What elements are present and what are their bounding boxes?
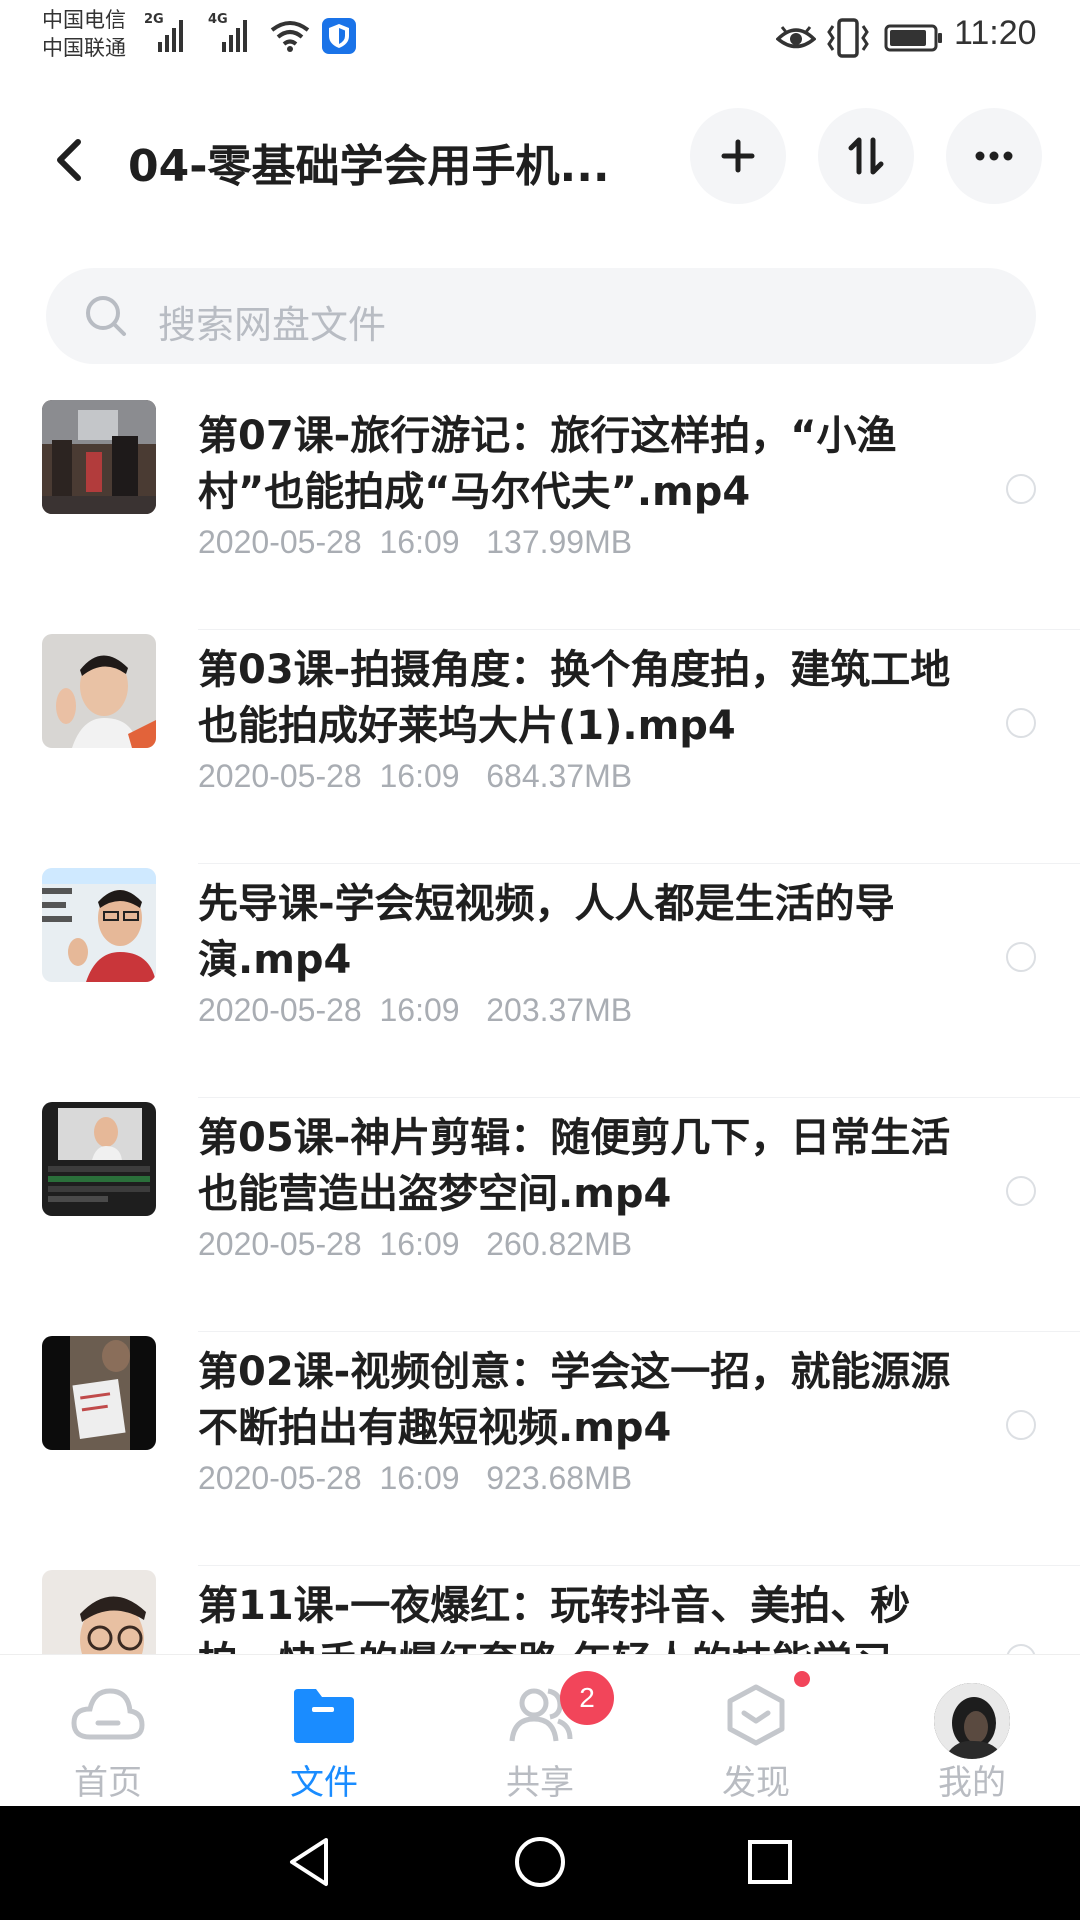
sort-button[interactable] <box>818 108 914 204</box>
more-button[interactable] <box>946 108 1042 204</box>
file-meta: 2020-05-28 16:09 260.82MB <box>198 1226 633 1262</box>
carrier-1: 中国电信 <box>42 8 126 32</box>
more-icon <box>975 151 1013 161</box>
file-name: 第05课-神片剪辑：随便剪几下，日常生活也能营造出盗梦空间.mp4 <box>198 1115 951 1217</box>
select-radio[interactable] <box>1006 1410 1036 1440</box>
file-meta: 2020-05-28 16:09 203.37MB <box>198 992 633 1028</box>
notification-dot <box>794 1671 810 1687</box>
vibrate-icon <box>827 18 869 58</box>
tab-share[interactable]: 2 共享 <box>432 1655 648 1807</box>
header: 04-零基础学会用手机... <box>0 90 1080 220</box>
tab-label: 我的 <box>938 1763 1006 1803</box>
file-meta: 2020-05-28 16:09 137.99MB <box>198 524 633 560</box>
file-list: 第07课-旅行游记：旅行这样拍，“小渔村”也能拍成“马尔代夫”.mp4 2020… <box>0 396 1080 1654</box>
page-title: 04-零基础学会用手机... <box>128 141 610 192</box>
file-row[interactable]: 第05课-神片剪辑：随便剪几下，日常生活也能营造出盗梦空间.mp4 2020-0… <box>0 1098 1080 1332</box>
avatar <box>934 1683 1010 1759</box>
tab-label: 共享 <box>506 1763 574 1803</box>
file-meta: 2020-05-28 16:09 923.68MB <box>198 1460 633 1496</box>
search-placeholder: 搜索网盘文件 <box>158 303 387 347</box>
file-name: 第07课-旅行游记：旅行这样拍，“小渔村”也能拍成“马尔代夫”.mp4 <box>198 413 897 515</box>
tab-files[interactable]: 文件 <box>216 1655 432 1807</box>
file-row[interactable]: 第11课-一夜爆红：玩转抖音、美拍、秒拍、快手的爆红套路 年轻人的技能学习 <box>0 1566 1080 1654</box>
bottom-tab-bar: 首页 文件 2 共享 发现 我的 <box>0 1654 1080 1806</box>
video-thumbnail <box>42 1570 156 1654</box>
clock: 11:20 <box>954 14 1037 52</box>
tab-mine[interactable]: 我的 <box>864 1655 1080 1807</box>
wifi-icon <box>270 21 310 52</box>
status-bar: 中国电信 中国联通 2G 4G 11:20 <box>0 0 1080 72</box>
select-radio[interactable] <box>1006 708 1036 738</box>
back-icon[interactable] <box>46 130 92 190</box>
eye-icon <box>776 26 816 49</box>
file-name: 第02课-视频创意：学会这一招，就能源源不断拍出有趣短视频.mp4 <box>198 1349 951 1451</box>
add-button[interactable] <box>690 108 786 204</box>
video-thumbnail <box>42 1336 156 1450</box>
tab-label: 发现 <box>722 1763 790 1803</box>
plus-icon <box>721 139 755 173</box>
file-meta: 2020-05-28 16:09 684.37MB <box>198 758 633 794</box>
select-radio[interactable] <box>1006 1644 1036 1654</box>
file-row[interactable]: 第02课-视频创意：学会这一招，就能源源不断拍出有趣短视频.mp4 2020-0… <box>0 1332 1080 1566</box>
back-triangle-icon[interactable] <box>282 1834 338 1890</box>
video-thumbnail <box>42 868 156 982</box>
file-row[interactable]: 第07课-旅行游记：旅行这样拍，“小渔村”也能拍成“马尔代夫”.mp4 2020… <box>0 396 1080 630</box>
file-row[interactable]: 第03课-拍摄角度：换个角度拍，建筑工地也能拍成好莱坞大片(1).mp4 202… <box>0 630 1080 864</box>
notification-badge: 2 <box>560 1671 614 1725</box>
file-name: 先导课-学会短视频，人人都是生活的导演.mp4 <box>198 881 895 983</box>
file-name: 第11课-一夜爆红：玩转抖音、美拍、秒拍、快手的爆红套路 年轻人的技能学习 <box>198 1583 911 1654</box>
carrier-2: 中国联通 <box>42 36 126 60</box>
discover-box-icon <box>727 1684 785 1746</box>
tab-home[interactable]: 首页 <box>0 1655 216 1807</box>
shield-icon <box>322 18 356 54</box>
recents-square-icon[interactable] <box>742 1834 798 1890</box>
select-radio[interactable] <box>1006 1176 1036 1206</box>
tab-label: 文件 <box>290 1763 358 1803</box>
select-radio[interactable] <box>1006 942 1036 972</box>
cloud-icon <box>71 1688 145 1740</box>
file-name: 第03课-拍摄角度：换个角度拍，建筑工地也能拍成好莱坞大片(1).mp4 <box>198 647 951 749</box>
sort-icon <box>848 137 884 175</box>
search-input[interactable]: 搜索网盘文件 <box>46 268 1036 364</box>
search-icon <box>86 296 126 336</box>
tab-discover[interactable]: 发现 <box>648 1655 864 1807</box>
video-thumbnail <box>42 634 156 748</box>
video-thumbnail <box>42 400 156 514</box>
system-navigation-bar <box>0 1806 1080 1920</box>
battery-icon <box>884 24 942 52</box>
select-radio[interactable] <box>1006 474 1036 504</box>
video-thumbnail <box>42 1102 156 1216</box>
file-row[interactable]: 先导课-学会短视频，人人都是生活的导演.mp4 2020-05-28 16:09… <box>0 864 1080 1098</box>
tab-label: 首页 <box>74 1763 142 1803</box>
home-circle-icon[interactable] <box>512 1834 568 1890</box>
folder-icon <box>294 1689 354 1743</box>
carrier-names: 中国电信 中国联通 <box>42 6 126 62</box>
